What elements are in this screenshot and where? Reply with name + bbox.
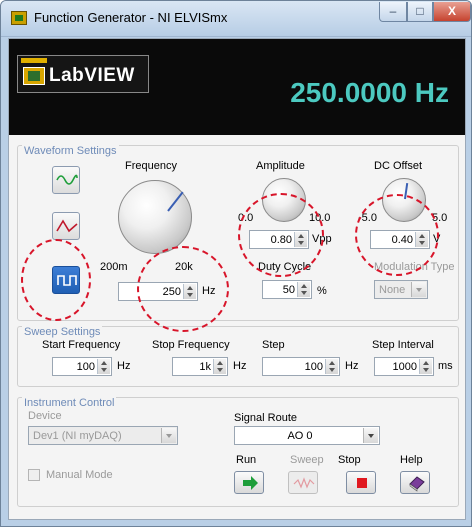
annotation-circle-amplitude: [238, 193, 324, 277]
manual-mode-checkbox[interactable]: [28, 469, 40, 481]
knob-pointer: [167, 191, 184, 212]
spinner-arrows-icon[interactable]: [325, 359, 338, 374]
step-unit: Hz: [345, 360, 359, 372]
duty-cycle-value: 50: [282, 284, 295, 296]
sine-wave-icon: [56, 174, 78, 185]
group-title: Instrument Control: [22, 397, 117, 409]
start-frequency-value: 100: [76, 361, 95, 373]
device-select[interactable]: Dev1 (NI myDAQ): [28, 426, 178, 445]
duty-cycle-input[interactable]: 50: [262, 280, 312, 299]
run-arrow-icon: [243, 476, 258, 490]
stop-frequency-value: 1k: [199, 361, 211, 373]
spinner-arrows-icon[interactable]: [97, 359, 110, 374]
frequency-readout: 250.0000 Hz: [290, 77, 449, 108]
stop-icon: [357, 478, 367, 488]
triangle-wave-icon: [56, 219, 78, 233]
step-interval-unit: ms: [438, 360, 453, 372]
dropdown-arrow-icon: [363, 428, 378, 443]
annotation-circle-dc-offset: [355, 194, 439, 276]
minimize-icon: –: [389, 4, 397, 18]
help-button[interactable]: [400, 471, 430, 494]
close-button[interactable]: X: [433, 2, 471, 22]
spinner-arrows-icon[interactable]: [297, 282, 310, 297]
banner: LabVIEW 250.0000 Hz: [9, 39, 465, 135]
group-title: Sweep Settings: [22, 326, 103, 338]
step-interval-input[interactable]: 1000: [374, 357, 434, 376]
start-frequency-unit: Hz: [117, 360, 131, 372]
help-book-icon: [409, 476, 425, 492]
frequency-label: Frequency: [125, 160, 177, 172]
spinner-arrows-icon[interactable]: [419, 359, 432, 374]
step-label: Step: [262, 339, 285, 351]
logo-text: LabVIEW: [49, 65, 135, 86]
front-panel: LabVIEW 250.0000 Hz Waveform Settings Fr…: [8, 38, 466, 520]
app-icon: [11, 11, 27, 25]
duty-cycle-unit: %: [317, 285, 327, 297]
annotation-circle-frequency: [137, 246, 229, 332]
logo-tag: [21, 58, 47, 63]
dropdown-arrow-icon: [161, 428, 176, 443]
maximize-icon: □: [416, 4, 424, 18]
dropdown-arrow-icon: [411, 282, 426, 297]
sine-wave-button[interactable]: [52, 166, 80, 194]
signal-route-select[interactable]: AO 0: [234, 426, 380, 445]
maximize-button[interactable]: □: [407, 2, 433, 22]
stop-button[interactable]: [346, 471, 376, 494]
frequency-min-label: 200m: [100, 261, 128, 273]
close-icon: X: [447, 4, 456, 18]
sweep-label: Sweep: [290, 454, 324, 466]
stop-frequency-input[interactable]: 1k: [172, 357, 228, 376]
amplitude-label: Amplitude: [256, 160, 305, 172]
help-label: Help: [400, 454, 423, 466]
modulation-type-select[interactable]: None: [374, 280, 428, 299]
frequency-knob[interactable]: [118, 180, 192, 254]
device-value: Dev1 (NI myDAQ): [33, 430, 122, 442]
manual-mode-label: Manual Mode: [46, 469, 113, 481]
minimize-button[interactable]: –: [379, 2, 407, 22]
step-input[interactable]: 100: [262, 357, 340, 376]
run-button[interactable]: [234, 471, 264, 494]
sweep-button[interactable]: [288, 471, 318, 494]
labview-logo: LabVIEW: [17, 55, 149, 93]
step-interval-value: 1000: [392, 361, 417, 373]
sweep-settings-group: Sweep Settings Start Frequency 100 Hz St…: [17, 326, 459, 387]
triangle-wave-button[interactable]: [52, 212, 80, 240]
window-title: Function Generator - NI ELVISmx: [34, 10, 228, 25]
group-title: Waveform Settings: [22, 145, 119, 157]
run-label: Run: [236, 454, 257, 466]
stop-frequency-unit: Hz: [233, 360, 247, 372]
instrument-control-group: Instrument Control Device Dev1 (NI myDAQ…: [17, 397, 459, 507]
start-frequency-input[interactable]: 100: [52, 357, 112, 376]
signal-route-label: Signal Route: [234, 412, 297, 424]
sweep-icon: [293, 477, 315, 489]
title-bar[interactable]: Function Generator - NI ELVISmx – □ X: [1, 1, 471, 37]
dc-offset-label: DC Offset: [374, 160, 423, 172]
stop-label: Stop: [338, 454, 361, 466]
function-generator-window: Function Generator - NI ELVISmx – □ X La…: [0, 0, 472, 527]
stop-frequency-label: Stop Frequency: [152, 339, 230, 351]
device-label: Device: [28, 410, 62, 422]
spinner-arrows-icon[interactable]: [213, 359, 226, 374]
labview-icon: [23, 67, 45, 85]
step-interval-label: Step Interval: [372, 339, 434, 351]
modulation-type-value: None: [379, 284, 406, 296]
step-value: 100: [304, 361, 323, 373]
signal-route-value: AO 0: [287, 430, 313, 442]
start-frequency-label: Start Frequency: [42, 339, 121, 351]
annotation-circle-square-wave: [21, 239, 91, 321]
